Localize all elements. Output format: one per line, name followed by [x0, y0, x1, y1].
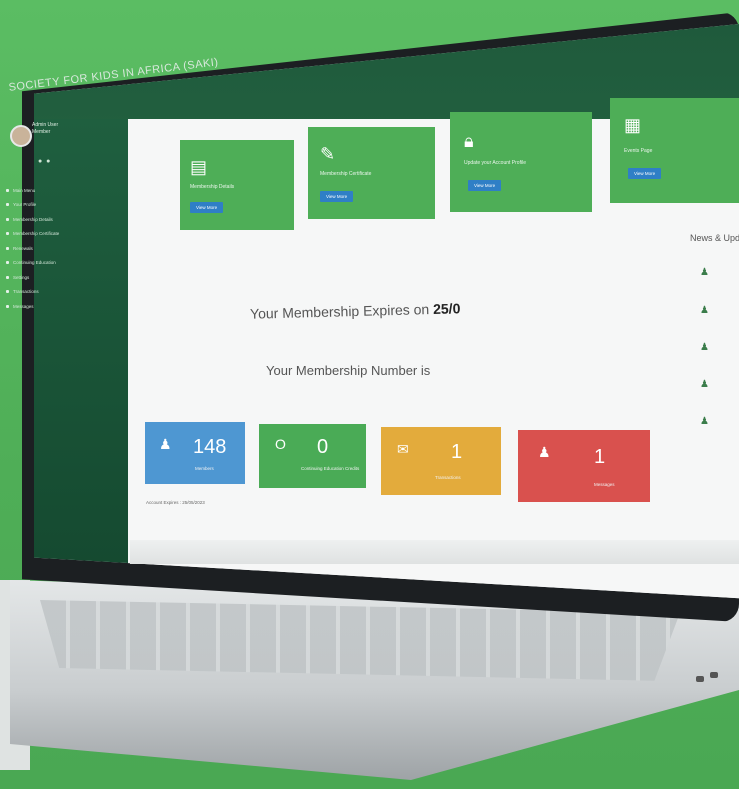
stat-members[interactable]: ♟ 148 Members [145, 422, 245, 484]
stat-value: 1 [451, 441, 463, 463]
sidebar-item-label: Main Menu [13, 187, 36, 193]
card-label: Update your Account Profile [464, 160, 526, 166]
card-membership-certificate[interactable]: ✎ Membership Certificate View More [308, 127, 435, 219]
user-icon: ♟ [159, 436, 172, 452]
sidebar-item[interactable]: Membership Certificate [6, 227, 90, 242]
menu-bullet-icon [6, 203, 9, 207]
user-icon: ♟ [700, 267, 709, 278]
sidebar-item-label: Settings [13, 274, 30, 280]
stat-value: 148 [193, 436, 227, 458]
stat-transactions[interactable]: ✉ 1 Transactions [381, 427, 501, 495]
sidebar-item[interactable]: Settings [6, 270, 90, 285]
sidebar-item[interactable]: Transactions [6, 285, 90, 300]
menu-bullet-icon [6, 217, 9, 221]
user-icon: ♟ [700, 342, 709, 353]
card-label: Events Page [624, 148, 653, 154]
stat-label: Members [195, 466, 214, 471]
avatar[interactable] [10, 125, 32, 147]
card-events[interactable]: ▦ Events Page View More [610, 98, 739, 203]
menu-bullet-icon [6, 290, 9, 294]
view-more-button[interactable]: View More [628, 168, 662, 179]
stat-messages[interactable]: ♟ 1 Messages [518, 430, 650, 502]
card-label: Membership Details [190, 184, 235, 190]
card-account-profile[interactable]: 🔒︎ Update your Account Profile View More [450, 112, 592, 212]
menu-bullet-icon [6, 232, 9, 236]
zero-icon: O [275, 436, 286, 452]
account-expiry-note: Account Expires : 25/05/2023 [146, 500, 205, 505]
view-more-button[interactable]: View More [190, 202, 224, 213]
user-icon: ♟ [700, 416, 709, 427]
sidebar-item-label: Membership Certificate [13, 231, 60, 237]
sidebar-item-label: Renewals [13, 245, 33, 251]
document-icon: ▤ [190, 157, 208, 177]
user-icon: ♟ [700, 379, 709, 390]
sidebar-item-label: Messages [13, 303, 34, 309]
user-role: Member [32, 129, 51, 135]
menu-bullet-icon [6, 275, 9, 279]
view-more-button[interactable]: View More [320, 191, 354, 202]
card-membership-details[interactable]: ▤ Membership Details View More [180, 140, 294, 230]
stat-label: Transactions [435, 475, 461, 480]
stat-credits[interactable]: O 0 Continuing Education Credits [259, 424, 366, 488]
stat-value: 1 [594, 446, 606, 468]
chat-icon: ✉ [397, 441, 409, 457]
sidebar-item[interactable]: Renewals [6, 241, 90, 256]
card-label: Membership Certificate [320, 171, 372, 177]
view-more-button[interactable]: View More [468, 180, 502, 191]
user-name: Admin User [32, 122, 59, 128]
sidebar-item[interactable]: Messages [6, 299, 90, 314]
right-panel-title: News & Updates [690, 233, 739, 243]
sidebar-menu: Main Menu Your Profile Membership Detail… [6, 183, 90, 314]
status-dots: ● ● [38, 158, 51, 165]
menu-bullet-icon [6, 246, 9, 250]
lock-icon: 🔒︎ [464, 131, 474, 151]
usb-port [696, 676, 704, 682]
user-info: Admin User Member [32, 122, 72, 136]
membership-number: Your Membership Number is [266, 363, 431, 378]
sidebar-item-label: Your Profile [13, 202, 37, 208]
sidebar-item-label: Membership Details [13, 216, 53, 222]
clipboard-edit-icon: ✎ [320, 144, 336, 164]
menu-bullet-icon [6, 261, 9, 265]
sidebar-item[interactable]: Continuing Education [6, 256, 90, 271]
usb-port [710, 672, 718, 678]
menu-bullet-icon [6, 304, 9, 308]
sidebar-item[interactable]: Main Menu [6, 183, 90, 198]
user-icon: ♟ [538, 444, 551, 460]
user-icon: ♟ [700, 305, 709, 316]
sidebar-item-label: Transactions [13, 289, 39, 295]
stat-value: 0 [317, 436, 329, 458]
screen-footer [130, 540, 739, 564]
stat-label: Continuing Education Credits [301, 466, 360, 471]
sidebar-item-label: Continuing Education [13, 260, 56, 266]
calendar-icon: ▦ [624, 115, 642, 135]
sidebar-item[interactable]: Membership Details [6, 212, 90, 227]
sidebar-item[interactable]: Your Profile [6, 198, 90, 213]
menu-bullet-icon [6, 188, 9, 192]
stat-label: Messages [594, 482, 615, 487]
expiry-date: 25/0 [432, 300, 461, 317]
